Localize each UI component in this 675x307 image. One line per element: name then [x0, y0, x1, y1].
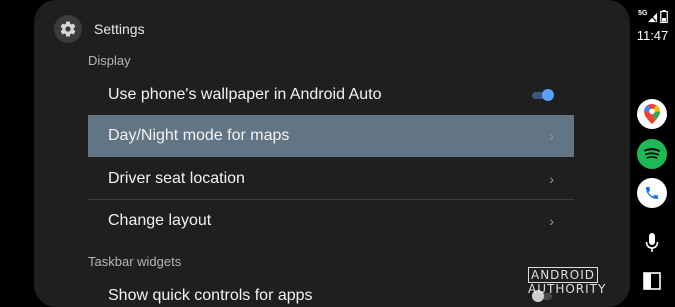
chevron-right-icon: › — [549, 213, 554, 229]
row-label: Use phone's wallpaper in Android Auto — [108, 86, 382, 103]
row-change-layout[interactable]: Change layout › — [88, 200, 574, 242]
spotify-icon[interactable] — [637, 139, 667, 169]
row-day-night-mode[interactable]: Day/Night mode for maps › — [88, 115, 574, 157]
signal-icon — [647, 12, 658, 23]
toggle-thumb — [542, 89, 554, 101]
watermark-boxed-text: ANDROID — [528, 267, 598, 283]
row-label: Change layout — [108, 212, 212, 229]
microphone-icon[interactable] — [637, 228, 667, 258]
phone-icon[interactable] — [637, 178, 667, 208]
battery-icon — [660, 10, 668, 23]
row-label: Show quick controls for apps — [108, 287, 313, 304]
clock: 11:47 — [636, 28, 669, 43]
row-label: Driver seat location — [108, 170, 245, 187]
status-bar: 5G — [638, 10, 668, 24]
chevron-right-icon: › — [549, 171, 554, 187]
chevron-right-icon: › — [549, 128, 554, 144]
row-quick-controls[interactable]: Show quick controls for apps — [88, 275, 574, 307]
row-label: Day/Night mode for maps — [108, 127, 290, 144]
page-title: Settings — [94, 21, 145, 37]
wallpaper-toggle[interactable] — [532, 89, 554, 101]
gear-icon — [54, 15, 82, 43]
section-label-taskbar-widgets: Taskbar widgets — [88, 254, 182, 269]
row-phone-wallpaper[interactable]: Use phone's wallpaper in Android Auto — [88, 74, 574, 116]
settings-header: Settings — [54, 15, 145, 43]
google-maps-icon[interactable] — [637, 99, 667, 129]
watermark: ANDROID AUTHORITY — [528, 267, 675, 296]
section-label-display: Display — [88, 53, 131, 68]
network-type-label: 5G — [638, 10, 648, 17]
row-driver-seat-location[interactable]: Driver seat location › — [88, 158, 574, 200]
watermark-text: AUTHORITY — [528, 282, 607, 296]
right-rail: 5G 11:47 — [630, 0, 675, 307]
settings-panel: Settings Display Use phone's wallpaper i… — [34, 0, 630, 307]
